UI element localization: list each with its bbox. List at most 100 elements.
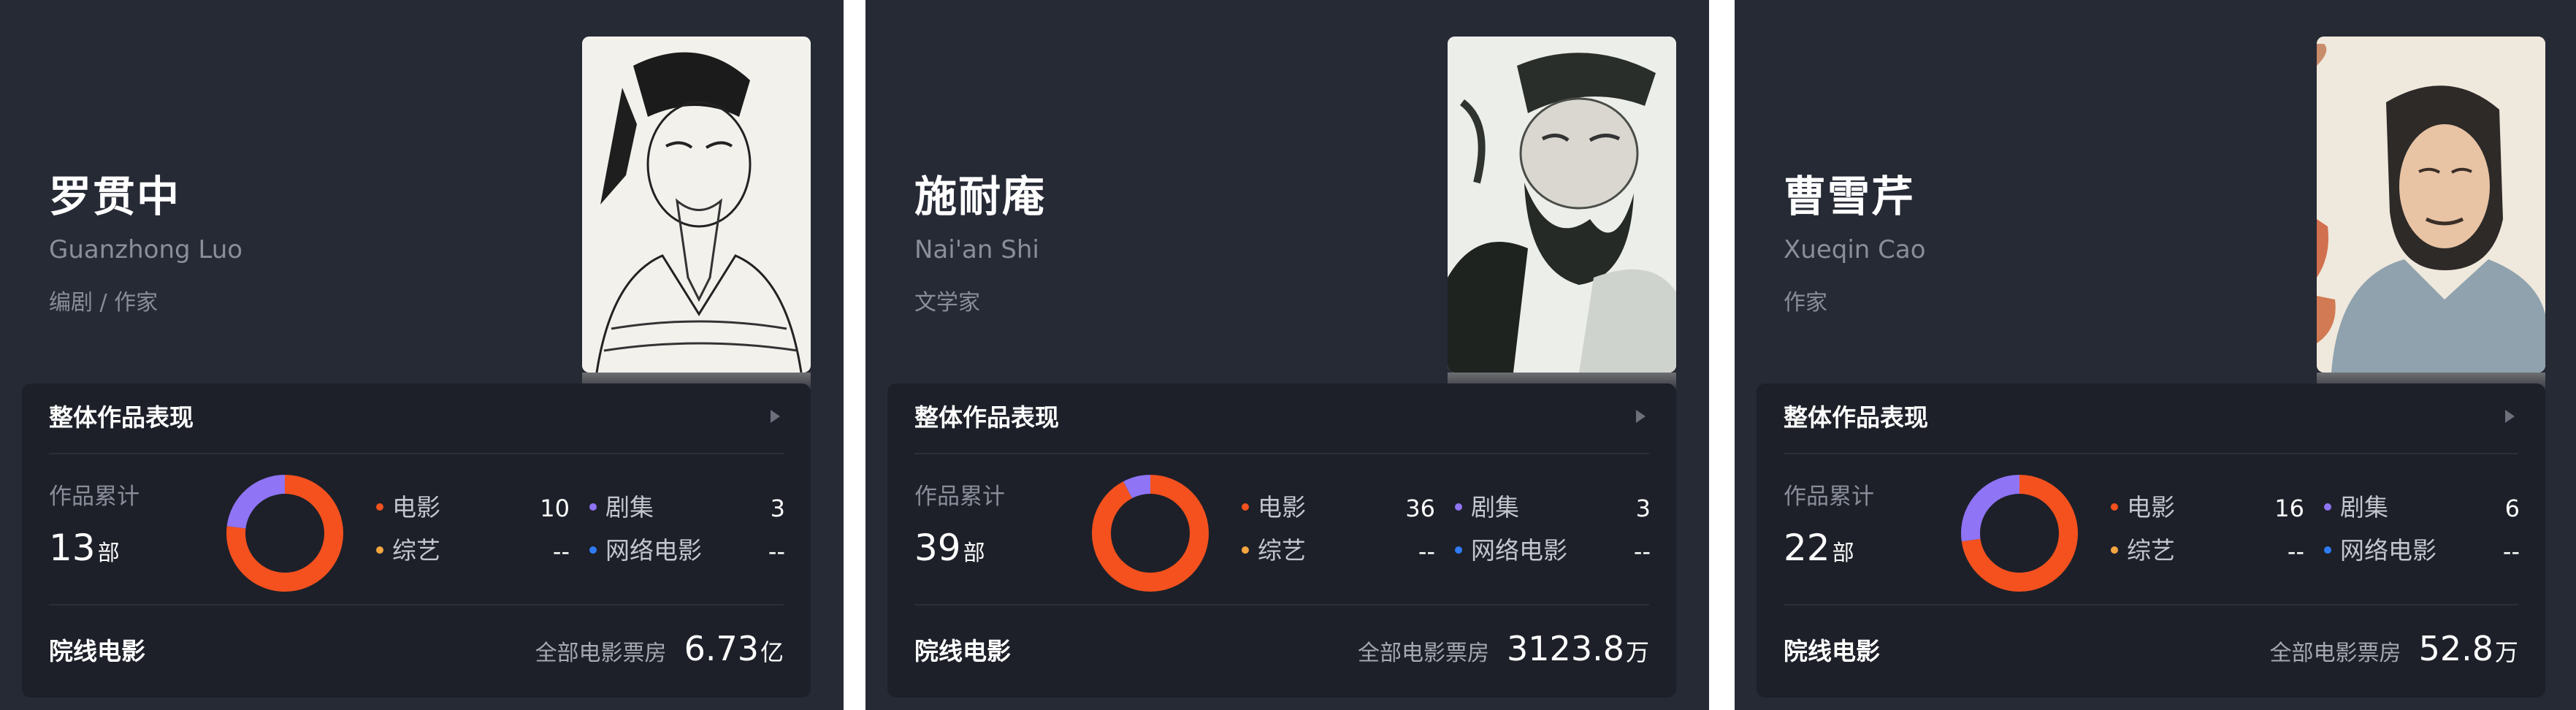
works-count-number: 22 [1784, 527, 1830, 569]
works-panel: 整体作品表现 作品累计 22 部 电影 16 剧集 6 综艺 -- 网络电影 --… [1757, 383, 2545, 698]
works-total-label: 作品累计 [914, 484, 1005, 510]
person-role: 文学家 [914, 290, 980, 316]
divider [1784, 453, 2518, 454]
legend-movie-label: 电影 [1258, 493, 1306, 522]
works-total-count: 39 部 [914, 530, 985, 566]
person-card[interactable]: 施耐庵 Nai'an Shi 文学家 整体作品表现 作品累计 39 部 电影 36… [865, 0, 1709, 710]
series-dot-icon [1455, 503, 1462, 511]
legend-web-movie-label: 网络电影 [605, 536, 702, 565]
person-name: 罗贯中 [49, 172, 181, 221]
cinema-movies-label[interactable]: 院线电影 [49, 639, 145, 663]
legend-series: 剧集 [1455, 495, 1519, 519]
legend-movie: 电影 [2111, 495, 2175, 519]
legend-series-label: 剧集 [1471, 493, 1519, 522]
box-office-label: 全部电影票房 [1358, 641, 1490, 666]
legend-movie-label: 电影 [2127, 493, 2175, 522]
divider [49, 453, 784, 454]
panel-title: 整体作品表现 [49, 403, 194, 432]
person-name: 施耐庵 [914, 172, 1047, 221]
legend-movie: 电影 [1242, 495, 1306, 519]
legend-series-value: 3 [1635, 495, 1651, 522]
movie-dot-icon [2111, 503, 2118, 511]
legend-series-label: 剧集 [605, 493, 654, 522]
person-english-name: Xueqin Cao [1784, 235, 1926, 264]
panel-title: 整体作品表现 [1784, 403, 1928, 432]
works-donut-chart [226, 475, 343, 592]
movie-dot-icon [1242, 503, 1249, 511]
legend-variety-value: -- [2287, 538, 2304, 565]
box-office-value: 52.8 [2418, 629, 2493, 668]
box-office: 全部电影票房 3123.8万 [1358, 632, 1649, 665]
legend-web-movie-label: 网络电影 [2340, 536, 2437, 565]
divider [914, 604, 1649, 606]
series-dot-icon [589, 503, 597, 511]
box-office-value: 6.73 [684, 629, 759, 668]
person-role: 作家 [1784, 290, 1827, 316]
legend-series-value: 6 [2504, 495, 2520, 522]
portrait-image [2317, 37, 2545, 373]
legend-variety-value: -- [1418, 538, 1435, 565]
works-total-count: 13 部 [49, 530, 120, 566]
legend-web-movie: 网络电影 [1455, 538, 1567, 562]
works-donut-chart [1961, 475, 2078, 592]
legend-variety-label: 综艺 [392, 536, 440, 565]
person-card[interactable]: 曹雪芹 Xueqin Cao 作家 整体作品表现 作品累计 22 部 电影 16 … [1735, 0, 2576, 710]
legend-web-movie-label: 网络电影 [1471, 536, 1567, 565]
play-arrow-icon[interactable] [2505, 410, 2515, 423]
legend-web-movie-value: -- [2502, 538, 2520, 565]
box-office: 全部电影票房 52.8万 [2270, 632, 2518, 665]
box-office-unit: 万 [2494, 638, 2518, 666]
legend-web-movie: 网络电影 [2324, 538, 2437, 562]
legend-series: 剧集 [589, 495, 654, 519]
legend-movie-value: 16 [2274, 495, 2304, 522]
legend-web-movie-value: -- [768, 538, 785, 565]
play-arrow-icon[interactable] [1636, 410, 1646, 423]
play-arrow-icon[interactable] [771, 410, 780, 423]
person-english-name: Guanzhong Luo [49, 235, 243, 264]
works-count-unit: 部 [97, 541, 120, 566]
box-office-unit: 万 [1625, 638, 1649, 666]
portrait-image [582, 37, 811, 373]
legend-variety-label: 综艺 [2127, 536, 2175, 565]
box-office-label: 全部电影票房 [2269, 641, 2401, 666]
variety-dot-icon [2111, 546, 2118, 554]
legend-movie-value: 36 [1405, 495, 1435, 522]
legend-movie: 电影 [376, 495, 440, 519]
works-count-number: 13 [49, 527, 96, 569]
works-total-label: 作品累计 [1784, 484, 1874, 510]
person-card[interactable]: 罗贯中 Guanzhong Luo 编剧 / 作家 整体作品表现 作品累计 13… [0, 0, 844, 710]
works-donut-chart [1092, 475, 1209, 592]
legend-variety: 综艺 [376, 538, 440, 562]
person-role: 编剧 / 作家 [49, 290, 158, 316]
box-office: 全部电影票房 6.73亿 [535, 632, 784, 665]
web-movie-dot-icon [1455, 546, 1462, 554]
person-name: 曹雪芹 [1784, 172, 1916, 221]
works-count-number: 39 [914, 527, 961, 569]
web-movie-dot-icon [2324, 546, 2331, 554]
donut-slice-movie [1092, 475, 1209, 592]
legend-series-label: 剧集 [2340, 493, 2388, 522]
web-movie-dot-icon [589, 546, 597, 554]
works-count-unit: 部 [963, 541, 985, 566]
cinema-movies-label[interactable]: 院线电影 [914, 639, 1011, 663]
series-dot-icon [2324, 503, 2331, 511]
works-total-label: 作品累计 [49, 484, 139, 510]
box-office-label: 全部电影票房 [535, 641, 667, 666]
movie-dot-icon [376, 503, 383, 511]
panel-title: 整体作品表现 [914, 403, 1059, 432]
legend-movie-value: 10 [540, 495, 570, 522]
works-panel: 整体作品表现 作品累计 39 部 电影 36 剧集 3 综艺 -- 网络电影 --… [887, 383, 1676, 698]
variety-dot-icon [376, 546, 383, 554]
works-panel: 整体作品表现 作品累计 13 部 电影 10 剧集 3 综艺 -- 网络电影 --… [22, 383, 811, 698]
cinema-movies-label[interactable]: 院线电影 [1784, 639, 1880, 663]
divider [1784, 604, 2518, 606]
divider [49, 604, 784, 606]
legend-variety-label: 综艺 [1258, 536, 1306, 565]
variety-dot-icon [1242, 546, 1249, 554]
legend-movie-label: 电影 [392, 493, 440, 522]
legend-web-movie: 网络电影 [589, 538, 702, 562]
box-office-unit: 亿 [760, 638, 784, 666]
legend-variety: 综艺 [1242, 538, 1306, 562]
box-office-value: 3123.8 [1507, 629, 1624, 668]
works-count-unit: 部 [1832, 541, 1854, 566]
